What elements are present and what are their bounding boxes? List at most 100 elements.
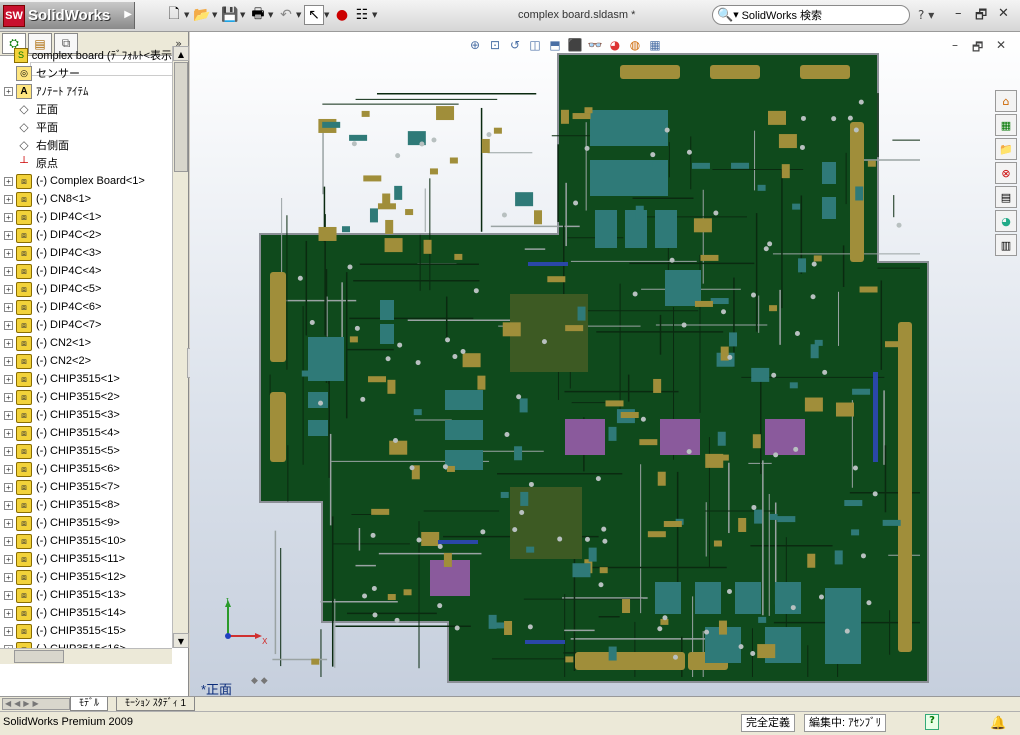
custom-properties-icon[interactable]: ▥: [995, 234, 1017, 256]
expand-icon[interactable]: +: [4, 194, 13, 204]
minimize-icon[interactable]: –: [955, 6, 962, 21]
help-button[interactable]: ? ▾: [918, 8, 934, 22]
tab-model[interactable]: ﾓﾃﾞﾙ: [70, 697, 108, 711]
tree-item[interactable]: + ⧈ (-) DIP4C<5>: [0, 280, 172, 298]
view-palette-icon[interactable]: ▤: [995, 186, 1017, 208]
design-library-icon[interactable]: ▦: [995, 114, 1017, 136]
section-view-icon[interactable]: ◫: [525, 38, 545, 52]
hscroll-thumb[interactable]: [14, 650, 64, 663]
tree-item[interactable]: + ⧈ (-) DIP4C<4>: [0, 262, 172, 280]
tree-item[interactable]: + ⧈ (-) CN2<2>: [0, 352, 172, 370]
search-icon[interactable]: 🔍: [717, 8, 733, 23]
select-cursor-icon[interactable]: ↖: [304, 5, 324, 25]
tree-item[interactable]: + ⧈ (-) CHIP3515<14>: [0, 604, 172, 622]
undo-icon[interactable]: ↶: [276, 5, 296, 25]
expand-icon[interactable]: +: [4, 428, 13, 438]
tree-vertical-scrollbar[interactable]: ▲ ▼: [172, 46, 189, 648]
expand-icon[interactable]: +: [4, 320, 13, 330]
solidworks-resources-icon[interactable]: ⌂: [995, 90, 1017, 112]
save-icon[interactable]: 💾: [220, 5, 240, 25]
save-dropdown-icon[interactable]: ▼: [240, 11, 248, 19]
tree-horizontal-scrollbar[interactable]: [0, 648, 172, 664]
tree-item[interactable]: + ⧈ (-) CHIP3515<9>: [0, 514, 172, 532]
appearances-icon[interactable]: ◕: [995, 210, 1017, 232]
zoom-to-fit-icon[interactable]: ⊕: [465, 38, 485, 52]
scroll-up-icon[interactable]: ▲: [173, 46, 189, 61]
expand-icon[interactable]: +: [4, 554, 13, 564]
restore-icon[interactable]: 🗗: [975, 6, 987, 28]
expand-icon[interactable]: +: [4, 374, 13, 384]
expand-icon[interactable]: +: [4, 86, 13, 96]
open-dropdown-icon[interactable]: ▼: [212, 11, 220, 19]
quick-help-icon[interactable]: ?: [925, 714, 939, 730]
tree-item[interactable]: + ⧈ (-) CHIP3515<7>: [0, 478, 172, 496]
tree-item[interactable]: +⧈(-) CHIP3515<16>: [0, 640, 172, 648]
print-dropdown-icon[interactable]: ▼: [268, 11, 276, 19]
tree-item[interactable]: + ⧈ (-) CN2<1>: [0, 334, 172, 352]
open-folder-icon[interactable]: 📂: [192, 5, 212, 25]
tree-item[interactable]: + ⧈ (-) CHIP3515<8>: [0, 496, 172, 514]
tree-item[interactable]: ◇ 平面: [0, 118, 172, 136]
tree-item[interactable]: + ⧈ (-) DIP4C<1>: [0, 208, 172, 226]
expand-icon[interactable]: +: [4, 284, 13, 294]
scroll-thumb[interactable]: [174, 62, 188, 172]
solidworks-menu-button[interactable]: SW SolidWorks ▶: [0, 2, 135, 29]
print-icon[interactable]: 🖶: [248, 5, 268, 25]
notification-icon[interactable]: 🔔: [990, 716, 1006, 731]
expand-icon[interactable]: +: [4, 176, 13, 186]
edit-appearance-icon[interactable]: ◕: [605, 38, 625, 52]
new-document-icon[interactable]: 🗋: [164, 5, 184, 25]
expand-icon[interactable]: +: [4, 608, 13, 618]
expand-icon[interactable]: +: [4, 266, 13, 276]
search-results-icon[interactable]: ⊗: [995, 162, 1017, 184]
zoom-to-area-icon[interactable]: ⊡: [485, 38, 505, 52]
tree-item[interactable]: + ⧈ (-) CHIP3515<12>: [0, 568, 172, 586]
viewport-minimize-icon[interactable]: –: [952, 38, 958, 52]
expand-icon[interactable]: +: [4, 572, 13, 582]
select-dropdown-icon[interactable]: ▼: [324, 11, 332, 19]
tree-item[interactable]: + ⧈ (-) CHIP3515<13>: [0, 586, 172, 604]
tree-item[interactable]: + A ｱﾉﾃｰﾄ ｱｲﾃﾑ: [0, 82, 172, 100]
search-input[interactable]: SolidWorks 検索: [742, 7, 822, 23]
new-dropdown-icon[interactable]: ▼: [184, 11, 192, 19]
hide-show-icon[interactable]: 👓: [585, 38, 605, 52]
previous-view-icon[interactable]: ↺: [505, 38, 525, 52]
expand-icon[interactable]: +: [4, 446, 13, 456]
tree-item[interactable]: + ⧈ (-) CHIP3515<11>: [0, 550, 172, 568]
expand-icon[interactable]: +: [4, 212, 13, 222]
view-settings-icon[interactable]: ▦: [645, 38, 665, 52]
tree-item[interactable]: + ⧈ (-) CHIP3515<3>: [0, 406, 172, 424]
tree-item[interactable]: + ⧈ (-) CHIP3515<4>: [0, 424, 172, 442]
expand-icon[interactable]: +: [4, 482, 13, 492]
tree-item[interactable]: + ⧈ (-) CHIP3515<1>: [0, 370, 172, 388]
tree-item[interactable]: + ⧈ (-) CHIP3515<5>: [0, 442, 172, 460]
expand-icon[interactable]: +: [4, 518, 13, 528]
undo-dropdown-icon[interactable]: ▼: [296, 11, 304, 19]
scroll-down-icon[interactable]: ▼: [173, 633, 189, 648]
expand-icon[interactable]: +: [4, 410, 13, 420]
display-style-icon[interactable]: ⬛: [565, 38, 585, 52]
tree-item[interactable]: + ⧈ (-) CHIP3515<2>: [0, 388, 172, 406]
tree-item[interactable]: Scomplex board (ﾃﾞﾌｫﾙﾄ<表示: [0, 46, 172, 64]
viewport-restore-icon[interactable]: 🗗: [972, 38, 983, 59]
tree-item[interactable]: + ⧈ (-) CHIP3515<6>: [0, 460, 172, 478]
search-box[interactable]: 🔍 ▼ SolidWorks 検索: [712, 5, 910, 25]
tree-item[interactable]: + ⧈ (-) DIP4C<6>: [0, 298, 172, 316]
tree-item[interactable]: + ⧈ (-) DIP4C<2>: [0, 226, 172, 244]
tree-item[interactable]: ◇ 右側面: [0, 136, 172, 154]
expand-icon[interactable]: +: [4, 464, 13, 474]
view-orientation-icon[interactable]: ⬒: [545, 38, 565, 52]
expand-icon[interactable]: +: [4, 338, 13, 348]
expand-icon[interactable]: +: [4, 248, 13, 258]
options-dropdown-icon[interactable]: ▼: [372, 11, 380, 19]
expand-icon[interactable]: +: [4, 230, 13, 240]
tab-nav-buttons[interactable]: ◀◀▶▶: [2, 698, 70, 710]
tree-item[interactable]: ◎ センサー: [0, 64, 172, 82]
tab-motion-study[interactable]: ﾓｰｼｮﾝ ｽﾀﾃﾞｨ 1: [116, 697, 196, 711]
tree-item[interactable]: + ⧈ (-) CHIP3515<10>: [0, 532, 172, 550]
tree-item[interactable]: ◇ 正面: [0, 100, 172, 118]
apply-scene-icon[interactable]: ◍: [625, 38, 645, 52]
file-explorer-icon[interactable]: 📁: [995, 138, 1017, 160]
tree-item[interactable]: ┴ 原点: [0, 154, 172, 172]
rebuild-traffic-light-icon[interactable]: ●: [332, 5, 352, 25]
